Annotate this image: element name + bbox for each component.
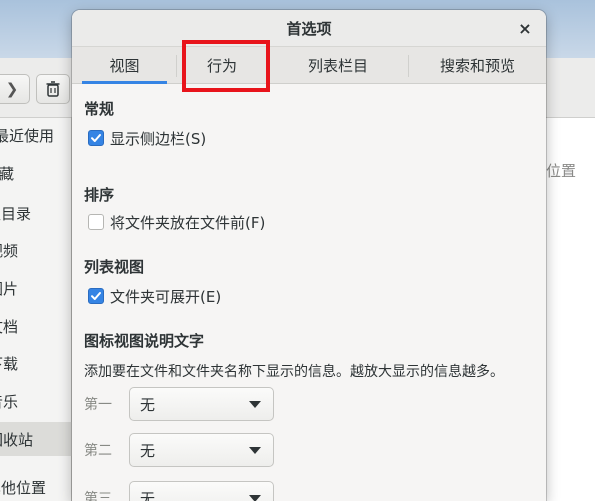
checkbox-unchecked[interactable] <box>88 214 104 230</box>
tab-content-view: 常规 显示侧边栏(S) 排序 将文件夹放在文件前(F) 列表视图 文件夹可展开(… <box>72 84 546 501</box>
checkbox-label: 文件夹可展开(E) <box>110 287 222 306</box>
file-manager-sidebar: 最近使用 收藏 主目录 视频 图片 文档 下载 音乐 回收站 其他位置 <box>0 118 72 501</box>
dialog-title: 首选项 <box>286 19 332 38</box>
checkbox-label: 显示侧边栏(S) <box>110 129 207 148</box>
dropdown-value: 无 <box>140 395 156 414</box>
tab-list-columns[interactable]: 列表栏目 <box>268 47 408 84</box>
tab-view[interactable]: 视图 <box>82 47 167 84</box>
close-icon: × <box>518 18 532 38</box>
trash-icon <box>46 81 60 97</box>
section-title-general: 常规 <box>84 100 115 118</box>
sidebar-item-documents[interactable]: 文档 <box>0 309 72 343</box>
tab-separator <box>176 55 177 77</box>
checkmark-icon <box>91 292 101 300</box>
icon-captions-description: 添加要在文件和文件夹名称下显示的信息。越放大显示的信息越多。 <box>84 364 504 380</box>
show-sidebar-checkbox[interactable]: 显示侧边栏(S) <box>88 128 206 148</box>
sidebar-item-starred[interactable]: 收藏 <box>0 156 72 190</box>
dropdown-arrow-icon <box>249 400 261 408</box>
caption-label: 第三 <box>84 491 112 501</box>
expandable-folders-checkbox[interactable]: 文件夹可展开(E) <box>88 286 221 306</box>
sidebar-item-home[interactable]: 主目录 <box>0 196 72 230</box>
checkmark-icon <box>91 134 101 142</box>
sidebar-item-pictures[interactable]: 图片 <box>0 271 72 305</box>
checkbox-checked[interactable] <box>88 288 104 304</box>
sidebar-item-other-locations[interactable]: 其他位置 <box>0 470 72 501</box>
tab-search-preview[interactable]: 搜索和预览 <box>409 47 546 84</box>
caption-label: 第一 <box>84 397 112 413</box>
sidebar-item-trash[interactable]: 回收站 <box>0 422 72 456</box>
caption-row-second: 第二 无 <box>84 432 274 468</box>
dropdown-arrow-icon <box>249 494 261 501</box>
section-title-icon-captions: 图标视图说明文字 <box>84 332 205 350</box>
checkbox-label: 将文件夹放在文件前(F) <box>110 213 266 232</box>
forward-button[interactable]: ❯ <box>0 74 30 104</box>
caption-dropdown-third[interactable]: 无 <box>129 481 274 501</box>
dropdown-arrow-icon <box>249 446 261 454</box>
sidebar-item-downloads[interactable]: 下载 <box>0 346 72 380</box>
sidebar-item-recent[interactable]: 最近使用 <box>0 118 72 152</box>
caption-dropdown-first[interactable]: 无 <box>129 387 274 421</box>
dropdown-value: 无 <box>140 441 156 460</box>
caption-row-third: 第三 无 <box>84 480 274 501</box>
close-button[interactable]: × <box>514 17 536 39</box>
dialog-titlebar: 首选项 × <box>72 10 546 47</box>
caption-dropdown-second[interactable]: 无 <box>129 433 274 467</box>
checkbox-checked[interactable] <box>88 130 104 146</box>
trash-button[interactable] <box>36 74 70 104</box>
section-title-list-view: 列表视图 <box>84 258 145 276</box>
caption-row-first: 第一 无 <box>84 386 274 422</box>
preferences-dialog: 首选项 × 视图 行为 列表栏目 搜索和预览 常规 显示侧边栏(S) 排序 将文… <box>72 10 546 501</box>
tab-bar: 视图 行为 列表栏目 搜索和预览 <box>72 47 546 84</box>
column-header-location[interactable]: 位置 <box>546 160 595 186</box>
caption-label: 第二 <box>84 443 112 459</box>
sidebar-item-videos[interactable]: 视频 <box>0 233 72 267</box>
dropdown-value: 无 <box>140 489 156 501</box>
section-title-sort: 排序 <box>84 186 115 204</box>
folders-first-checkbox[interactable]: 将文件夹放在文件前(F) <box>88 212 265 232</box>
sidebar-item-music[interactable]: 音乐 <box>0 384 72 418</box>
chevron-right-icon: ❯ <box>5 80 19 98</box>
tab-behavior[interactable]: 行为 <box>178 47 266 84</box>
